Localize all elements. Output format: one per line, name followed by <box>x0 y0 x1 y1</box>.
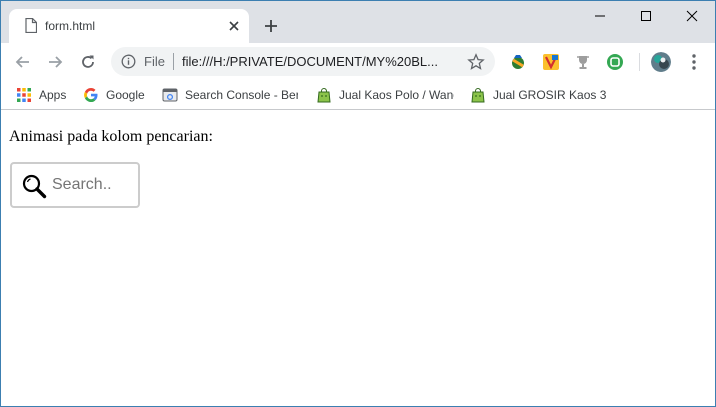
avatar-icon <box>651 52 671 72</box>
browser-window: form.html File file:///H:/PRIVATE/DOCUME… <box>0 0 716 407</box>
maximize-button[interactable] <box>623 1 669 31</box>
document-icon <box>25 18 37 33</box>
search-console-icon <box>162 88 178 102</box>
toolbar-divider <box>639 53 640 71</box>
extension-trophy-icon[interactable] <box>574 53 592 71</box>
minimize-icon <box>595 15 605 17</box>
bookmark-jual-grosir[interactable]: Jual GROSIR Kaos 3D <box>470 81 606 109</box>
url-text[interactable]: file:///H:/PRIVATE/DOCUMENT/MY%20BL... <box>182 54 457 69</box>
bookmark-apps[interactable]: Apps <box>16 81 66 109</box>
tab-strip: form.html <box>1 1 715 43</box>
scheme-label: File <box>144 54 165 69</box>
intro-text: Animasi pada kolom pencarian: <box>9 128 213 145</box>
reload-icon[interactable] <box>78 52 98 72</box>
info-icon[interactable] <box>121 54 136 69</box>
extension-green-circle-icon[interactable] <box>606 53 624 71</box>
extension-v-icon[interactable] <box>542 53 560 71</box>
bookmark-jual-kaos-polo[interactable]: Jual Kaos Polo / Wang <box>316 81 454 109</box>
google-icon <box>84 88 98 102</box>
bookmark-label: Google <box>106 88 145 102</box>
bookmark-search-console[interactable]: Search Console - Bera <box>162 81 298 109</box>
search-input[interactable] <box>52 173 136 197</box>
bookmark-star-icon[interactable] <box>467 53 485 71</box>
search-icon <box>22 174 47 199</box>
new-tab-icon[interactable] <box>263 18 279 34</box>
shop-bag-icon <box>471 88 485 103</box>
forward-arrow-icon[interactable] <box>45 52 65 72</box>
kebab-menu-icon[interactable] <box>687 53 701 71</box>
bookmark-label: Jual Kaos Polo / Wang <box>339 88 454 102</box>
omnibox-divider <box>173 53 174 70</box>
extension-globe-icon[interactable] <box>509 53 527 71</box>
bookmark-label: Apps <box>39 88 67 102</box>
tab-title: form.html <box>45 19 96 33</box>
minimize-button[interactable] <box>577 1 623 31</box>
page-content: Animasi pada kolom pencarian: <box>1 111 715 406</box>
apps-grid-icon <box>17 88 31 102</box>
profile-avatar[interactable] <box>651 52 671 72</box>
bookmark-label: Search Console - Bera <box>185 88 298 102</box>
bookmark-label: Jual GROSIR Kaos 3D <box>493 88 606 102</box>
tab-form-html[interactable]: form.html <box>9 9 249 43</box>
address-bar[interactable]: File file:///H:/PRIVATE/DOCUMENT/MY%20BL… <box>111 47 495 76</box>
bookmarks-bar: Apps Google Search Console - Bera Jual K… <box>1 81 715 110</box>
shop-bag-icon <box>317 88 331 103</box>
maximize-icon <box>641 11 651 21</box>
back-arrow-icon[interactable] <box>13 52 33 72</box>
bookmark-google[interactable]: Google <box>83 81 145 109</box>
window-close-button[interactable] <box>669 1 715 31</box>
tab-close-icon[interactable] <box>227 19 241 33</box>
close-icon <box>686 10 698 22</box>
browser-toolbar: File file:///H:/PRIVATE/DOCUMENT/MY%20BL… <box>1 43 715 81</box>
search-field[interactable] <box>10 162 140 208</box>
